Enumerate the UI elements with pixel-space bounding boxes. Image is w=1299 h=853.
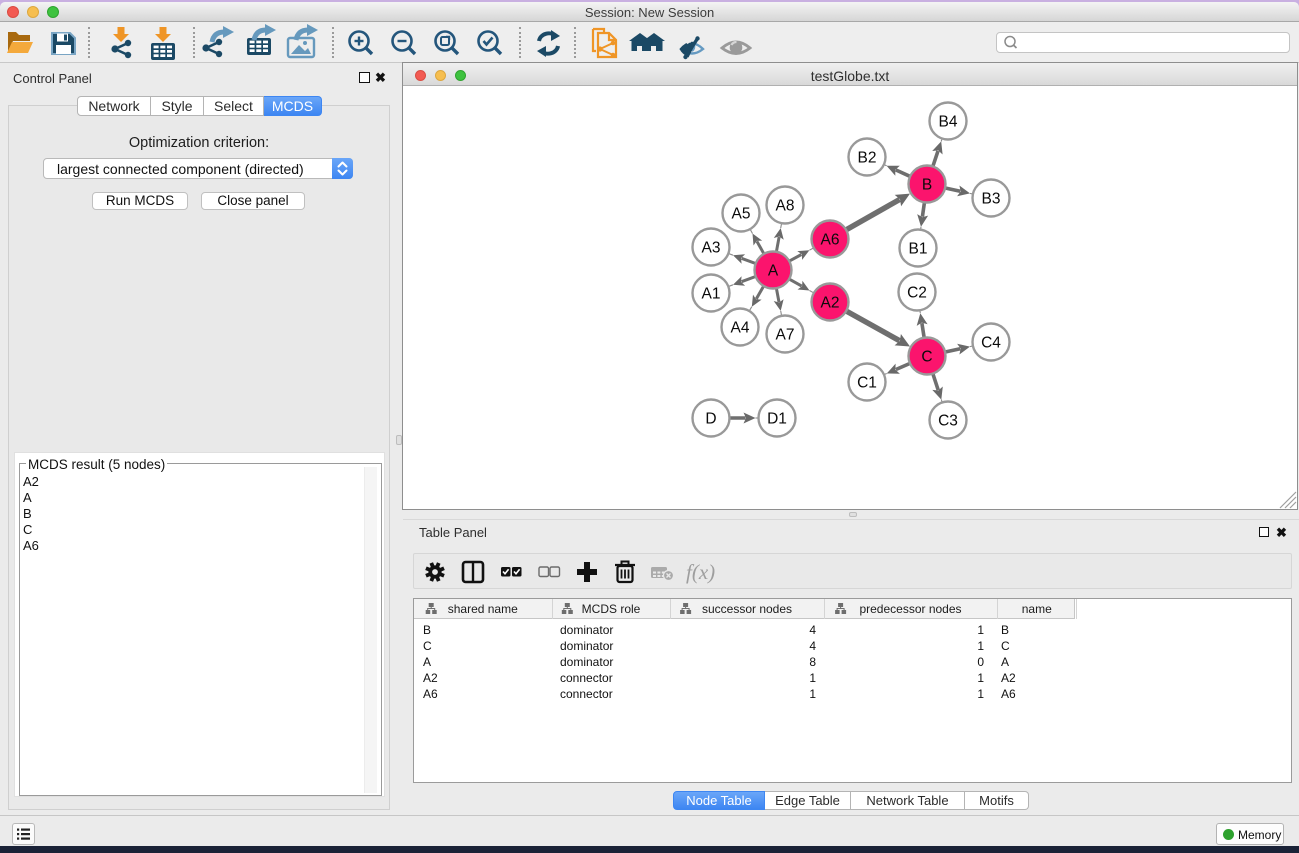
svg-text:A7: A7 <box>776 326 795 343</box>
svg-text:A8: A8 <box>776 197 795 214</box>
svg-text:B2: B2 <box>858 149 877 166</box>
svg-text:B1: B1 <box>909 240 928 257</box>
svg-text:C1: C1 <box>857 374 877 391</box>
svg-text:D1: D1 <box>767 410 787 427</box>
svg-text:A1: A1 <box>702 285 721 302</box>
svg-text:f(x): f(x) <box>686 560 715 584</box>
svg-text:A4: A4 <box>731 319 750 336</box>
svg-text:A5: A5 <box>732 205 751 222</box>
svg-text:C2: C2 <box>907 284 927 301</box>
svg-text:B: B <box>922 176 932 193</box>
svg-text:D: D <box>705 410 716 427</box>
svg-text:C4: C4 <box>981 334 1001 351</box>
svg-text:A6: A6 <box>821 231 840 248</box>
svg-text:B3: B3 <box>982 190 1001 207</box>
svg-text:C: C <box>921 348 932 365</box>
svg-text:C3: C3 <box>938 412 958 429</box>
svg-text:B4: B4 <box>939 113 958 130</box>
svg-text:A2: A2 <box>821 294 840 311</box>
svg-text:A: A <box>768 262 779 279</box>
svg-text:A3: A3 <box>702 239 721 256</box>
